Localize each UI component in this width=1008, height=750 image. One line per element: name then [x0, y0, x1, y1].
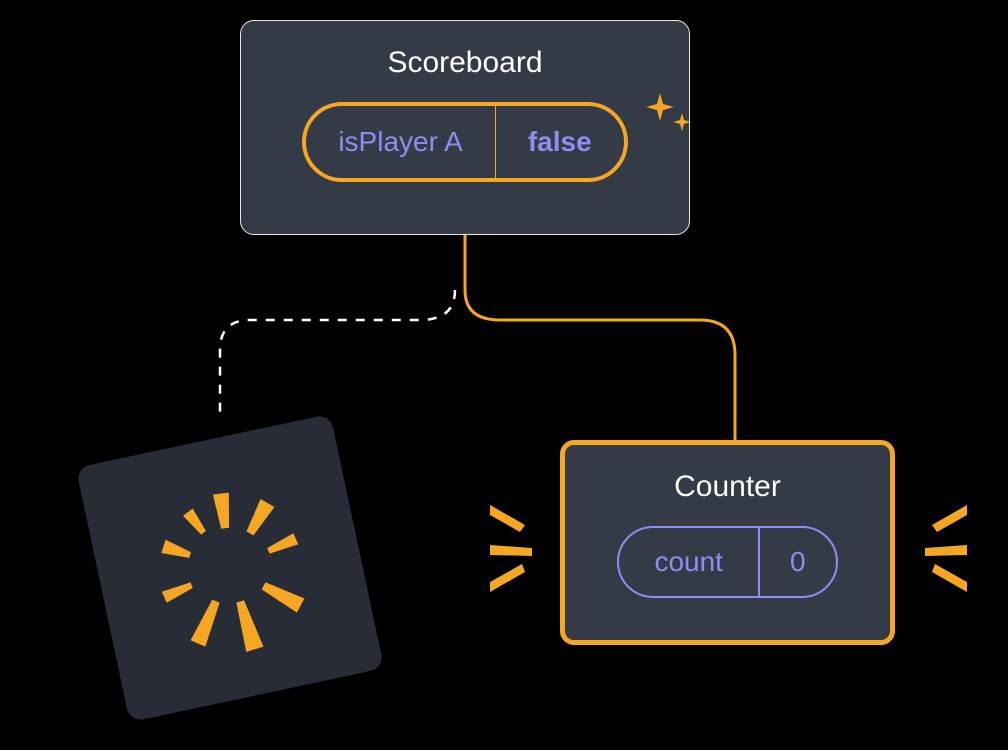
counter-state-pill: count 0: [617, 526, 837, 598]
prop-name: isPlayer A: [306, 106, 496, 178]
counter-component: Counter count 0: [560, 440, 895, 645]
scoreboard-prop-pill: isPlayer A false: [302, 102, 627, 182]
scoreboard-title: Scoreboard: [387, 46, 542, 80]
counter-title: Counter: [674, 470, 781, 504]
state-value: 0: [760, 528, 836, 596]
sparkle-icon: [642, 89, 697, 149]
emphasis-burst-left-icon: [490, 490, 560, 615]
prop-value: false: [496, 106, 624, 178]
burst-icon: [76, 414, 384, 722]
scoreboard-component: Scoreboard isPlayer A false: [240, 20, 690, 235]
state-name: count: [619, 528, 760, 596]
destroyed-component: [76, 414, 384, 722]
emphasis-burst-right-icon: [897, 490, 967, 615]
